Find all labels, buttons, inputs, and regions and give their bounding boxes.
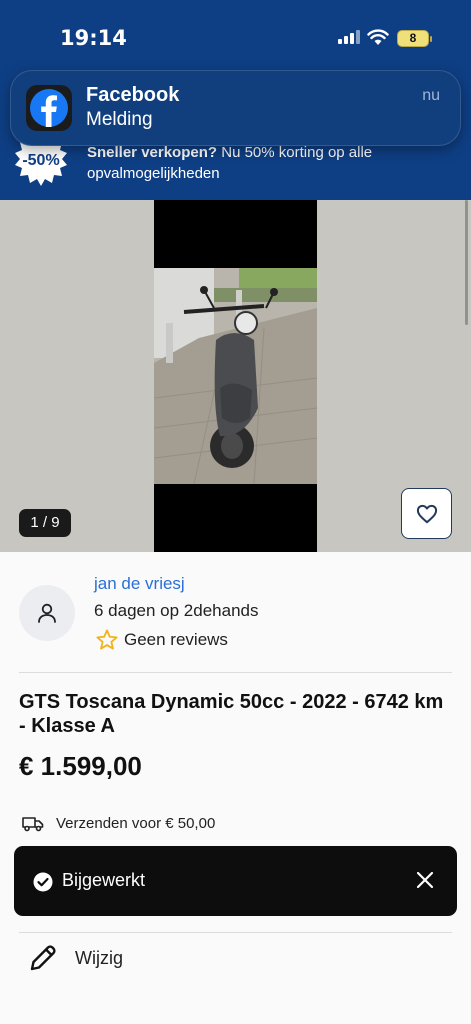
- scrollbar-thumb[interactable]: [465, 200, 468, 325]
- avatar[interactable]: [19, 585, 75, 641]
- photo-counter: 1 / 9: [19, 509, 71, 537]
- user-icon: [38, 603, 56, 623]
- notification-message: Melding: [86, 109, 153, 130]
- reviews-label: Geen reviews: [124, 629, 228, 649]
- status-time: 19:14: [60, 26, 127, 50]
- seller-info[interactable]: jan de vriesj 6 dagen op 2dehands Geen r…: [0, 560, 471, 670]
- notification-app-name: Facebook: [86, 84, 180, 106]
- shipping-label: Verzenden voor € 50,00: [56, 815, 216, 832]
- favorite-button[interactable]: [401, 488, 452, 539]
- check-circle-icon: [33, 872, 53, 892]
- delivery-truck-icon: [22, 816, 44, 831]
- toast-notification: Bijgewerkt: [14, 846, 457, 916]
- divider: [19, 672, 452, 673]
- seller-member-since: 6 dagen op 2dehands: [94, 601, 259, 620]
- star-icon: [96, 629, 118, 650]
- top-header: 19:14 8 -50% Sneller verkopen? Nu 50% ko…: [0, 0, 471, 200]
- scooter-photo[interactable]: [154, 268, 317, 484]
- edit-label: Wijzig: [75, 947, 123, 968]
- listing-photo-gallery[interactable]: 1 / 9: [0, 200, 471, 552]
- seller-reviews[interactable]: Geen reviews: [96, 629, 228, 650]
- battery-icon: 8: [397, 30, 432, 47]
- listing-title: GTS Toscana Dynamic 50cc - 2022 - 6742 k…: [19, 691, 444, 737]
- facebook-notification[interactable]: Facebook Melding nu: [10, 70, 461, 146]
- notification-time: nu: [422, 87, 440, 104]
- facebook-app-icon: [26, 85, 72, 131]
- shipping-info: Verzenden voor € 50,00: [22, 815, 215, 832]
- edit-button[interactable]: Wijzig: [28, 943, 123, 973]
- cellular-signal-icon: [338, 30, 360, 44]
- status-bar: 19:14 8: [0, 0, 471, 70]
- listing-price: € 1.599,00: [19, 751, 142, 781]
- close-icon[interactable]: [415, 870, 435, 890]
- toast-text: Bijgewerkt: [62, 870, 146, 890]
- divider: [19, 932, 452, 933]
- discount-badge-text: -50%: [22, 152, 59, 169]
- pencil-icon: [30, 945, 56, 971]
- heart-icon: [416, 504, 437, 523]
- wifi-icon: [367, 29, 389, 45]
- promo-banner-text[interactable]: Sneller verkopen? Nu 50% korting op alle…: [87, 142, 417, 184]
- seller-name-link[interactable]: jan de vriesj: [94, 574, 185, 594]
- promo-bold-text: Sneller verkopen?: [87, 144, 218, 161]
